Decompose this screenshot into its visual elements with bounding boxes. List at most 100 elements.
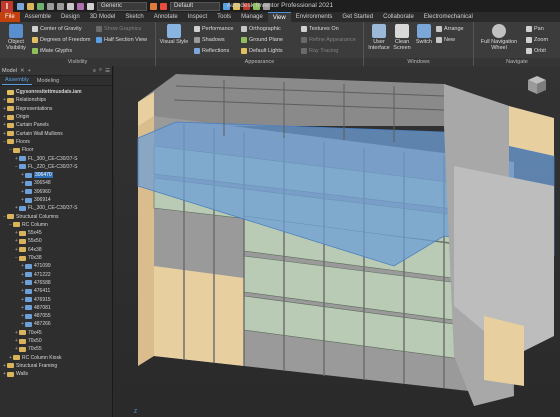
adjust-icon[interactable] <box>243 2 250 10</box>
browser-node[interactable]: + Relationships <box>0 96 113 104</box>
select-icon[interactable] <box>87 2 94 10</box>
redo-icon[interactable] <box>57 2 64 10</box>
browser-node[interactable]: +476588 <box>0 279 113 287</box>
default-lights-button[interactable]: Default Lights <box>241 46 283 55</box>
tab-3d-model[interactable]: 3D Model <box>85 12 121 22</box>
browser-node[interactable]: +64x38 <box>0 246 113 254</box>
add-tab-icon[interactable]: + <box>28 68 31 74</box>
browser-node[interactable]: + Origin <box>0 113 113 121</box>
tab-collaborate[interactable]: Collaborate <box>378 12 419 22</box>
browser-node[interactable]: + Curtain Panels <box>0 121 113 129</box>
new-window-button[interactable]: New <box>436 35 455 44</box>
browser-node[interactable]: +70x45 <box>0 329 113 337</box>
browser-node[interactable]: +471222 <box>0 271 113 279</box>
browser-node[interactable]: + Walls <box>0 370 113 378</box>
browser-node[interactable]: +306960 <box>0 188 113 196</box>
tab-electromechanical[interactable]: Electromechanical <box>419 12 478 22</box>
refine-appearance-button[interactable]: Refine Appearance <box>301 35 356 44</box>
zoom-button[interactable]: Zoom <box>526 35 548 44</box>
tab-view[interactable]: View <box>267 12 291 22</box>
customize-icon[interactable] <box>263 2 270 10</box>
ray-tracing-button[interactable]: Ray Tracing <box>301 46 338 55</box>
fx-icon[interactable] <box>253 2 260 10</box>
arrange-button[interactable]: Arrange <box>436 24 464 33</box>
tab-tools[interactable]: Tools <box>212 12 236 22</box>
tab-design[interactable]: Design <box>56 12 85 22</box>
close-icon[interactable]: ✕ <box>20 68 25 74</box>
browser-node[interactable]: + RC Column Kiosk <box>0 354 113 362</box>
graphics-viewport[interactable]: Z <box>114 66 560 417</box>
material-icon[interactable] <box>150 2 157 10</box>
menu-icon[interactable]: ≡ <box>93 68 96 74</box>
browser-node[interactable]: Cgysonresitettmusdats.iam <box>0 88 113 96</box>
browser-node[interactable]: + Representations <box>0 105 113 113</box>
browser-node[interactable]: +306548 <box>0 179 113 187</box>
shadows-button[interactable]: Shadows <box>194 35 225 44</box>
half-section-view-button[interactable]: Half Section View <box>96 35 147 44</box>
browser-node[interactable]: − Floor <box>0 146 113 154</box>
tab-manage[interactable]: Manage <box>236 12 268 22</box>
browser-node[interactable]: − FL_220_CE-C30/37-S <box>0 163 113 171</box>
viewcube-icon[interactable] <box>524 74 550 96</box>
tab-sketch[interactable]: Sketch <box>120 12 148 22</box>
switch-button[interactable]: Switch <box>414 24 434 45</box>
browser-node[interactable]: +487055 <box>0 312 113 320</box>
browser-node[interactable]: + Structural Framing <box>0 362 113 370</box>
browser-node[interactable]: +487081 <box>0 304 113 312</box>
tab-assemble[interactable]: Assemble <box>20 12 56 22</box>
inventor-logo-icon[interactable]: I <box>1 0 13 12</box>
browser-node[interactable]: − Floors <box>0 138 113 146</box>
browser-node[interactable]: − RC Column <box>0 221 113 229</box>
show-graphics-button[interactable]: Show Graphics <box>96 24 141 33</box>
browser-node[interactable]: +476411 <box>0 287 113 295</box>
search-icon[interactable]: ⌕ <box>99 67 102 74</box>
save-icon[interactable] <box>37 2 44 10</box>
browser-node[interactable]: −70x38 <box>0 254 113 262</box>
browser-node[interactable]: +55x50 <box>0 237 113 245</box>
reflections-button[interactable]: Reflections <box>194 46 229 55</box>
browser-node[interactable]: +306470 <box>0 171 113 179</box>
browser-node[interactable]: +487266 <box>0 320 113 328</box>
clean-screen-button[interactable]: Clean Screen <box>391 24 413 51</box>
imate-glyphs-button[interactable]: iMate Glyphs <box>32 46 72 55</box>
pan-button[interactable]: Pan <box>526 24 544 33</box>
clear-override-icon[interactable] <box>233 2 240 10</box>
browser-node[interactable]: +70x55 <box>0 345 113 353</box>
appearance-icon[interactable] <box>160 2 167 10</box>
browser-node[interactable]: +306914 <box>0 196 113 204</box>
tab-environments[interactable]: Environments <box>291 12 338 22</box>
tab-file[interactable]: File <box>0 12 20 22</box>
full-navigation-wheel-button[interactable]: Full Navigation Wheel <box>476 24 522 51</box>
browser-node[interactable]: +471099 <box>0 262 113 270</box>
user-interface-button[interactable]: User Interface <box>367 24 391 51</box>
undo-icon[interactable] <box>47 2 54 10</box>
tab-get-started[interactable]: Get Started <box>337 12 378 22</box>
center-of-gravity-button[interactable]: Center of Gravity <box>32 24 82 33</box>
degrees-of-freedom-button[interactable]: Degrees of Freedom <box>32 35 90 44</box>
browser-node[interactable]: + FL_300_CE-C30/37-S <box>0 154 113 162</box>
material-dropdown[interactable]: Generic <box>97 1 147 11</box>
tab-assembly[interactable]: Assembly <box>2 76 32 85</box>
orthographic-button[interactable]: Orthographic <box>241 24 281 33</box>
update-icon[interactable] <box>77 2 84 10</box>
color-override-icon[interactable] <box>223 2 230 10</box>
object-visibility-button[interactable]: Object Visibility <box>3 24 29 51</box>
tab-annotate[interactable]: Annotate <box>149 12 183 22</box>
home-icon[interactable] <box>67 2 74 10</box>
browser-node[interactable]: − Structural Columns <box>0 212 113 220</box>
new-icon[interactable] <box>17 2 24 10</box>
tab-modeling[interactable]: Modeling <box>34 77 62 85</box>
tab-inspect[interactable]: Inspect <box>183 12 212 22</box>
browser-node[interactable]: + Curtain Wall Mullions <box>0 129 113 137</box>
building-model[interactable] <box>114 66 560 417</box>
browser-node[interactable]: +55x45 <box>0 229 113 237</box>
performance-button[interactable]: Performance <box>194 24 234 33</box>
browser-node[interactable]: + FL_300_CE-C30/37-S <box>0 204 113 212</box>
browser-node[interactable]: +70x50 <box>0 337 113 345</box>
textures-on-button[interactable]: Textures On <box>301 24 339 33</box>
ground-plane-button[interactable]: Ground Plane <box>241 35 283 44</box>
appearance-dropdown[interactable]: Default <box>170 1 220 11</box>
orbit-button[interactable]: Orbit <box>526 46 546 55</box>
hamburger-icon[interactable]: ☰ <box>105 68 110 74</box>
browser-node[interactable]: +476915 <box>0 295 113 303</box>
